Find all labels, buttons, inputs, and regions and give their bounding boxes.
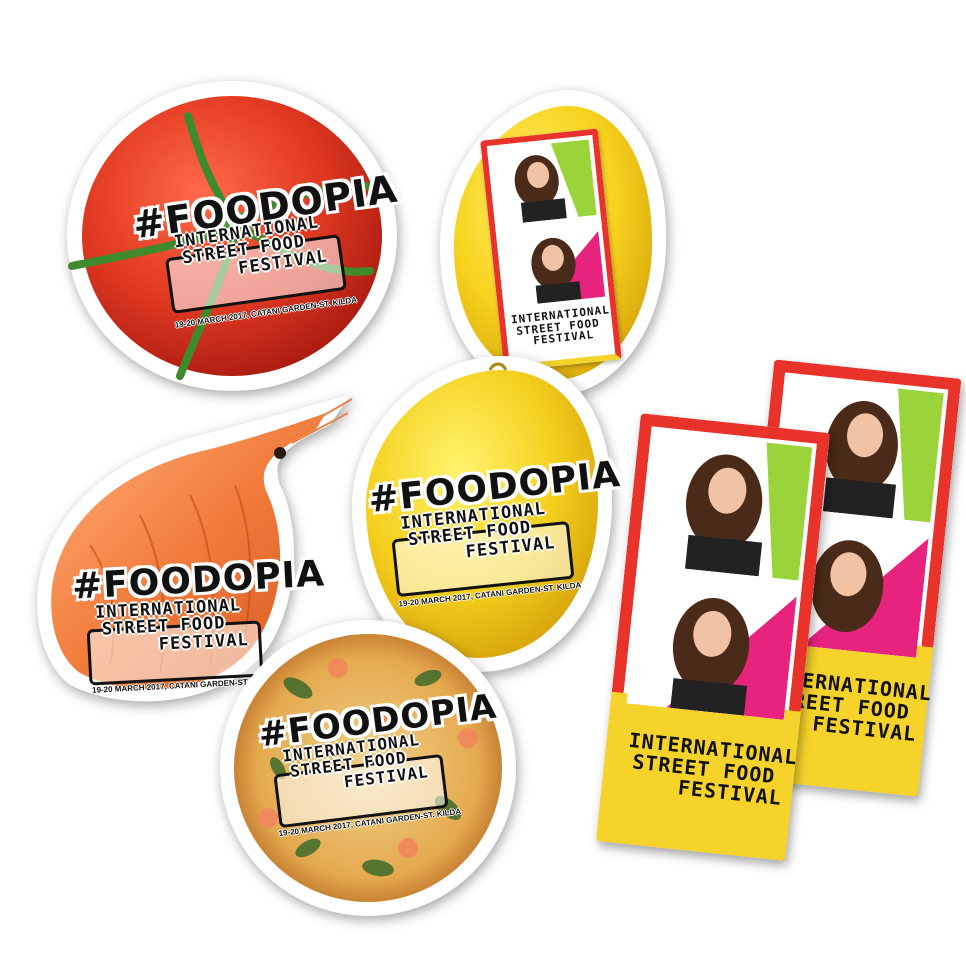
front-photo-bottom (626, 570, 798, 720)
mini-photo-bottom (499, 221, 606, 307)
pizza-sticker: #FOODOPIA INTERNATIONAL STREET FOOD FEST… (218, 618, 518, 918)
tomato-sticker: #FOODOPIA INTERNATIONAL STREET FOOD FEST… (60, 76, 400, 396)
photo-strip-front: INTERNATIONAL STREET FOOD FESTIVAL (596, 413, 830, 861)
front-photo-top (641, 430, 813, 581)
mini-photo-top (491, 139, 597, 226)
sticker-collage: #FOODOPIA INTERNATIONAL STREET FOOD FEST… (0, 0, 966, 962)
mini-photo-strip: INTERNATIONAL STREET FOOD FESTIVAL (480, 128, 622, 372)
